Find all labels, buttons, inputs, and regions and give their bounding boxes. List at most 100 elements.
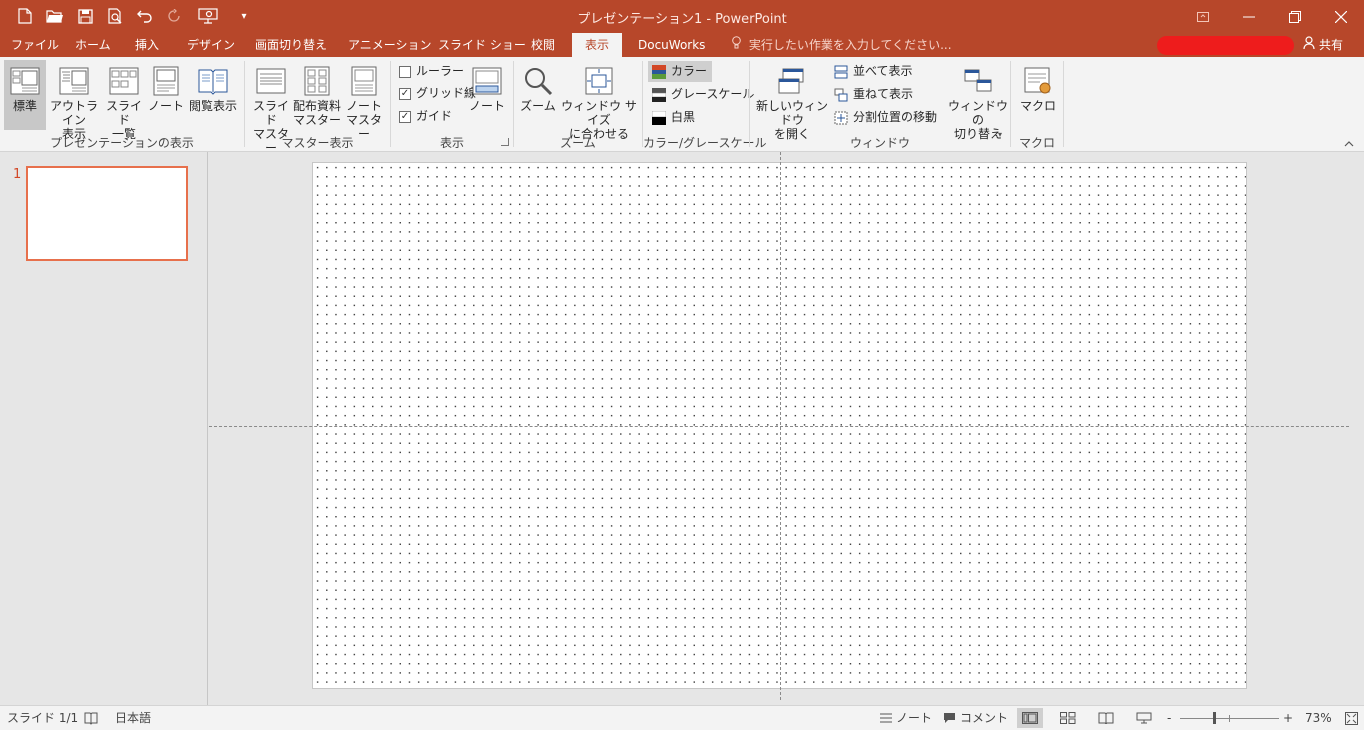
group-label-master-views: マスター表示 [281,136,354,150]
outline-view-button[interactable]: アウトライン 表示 [46,60,102,141]
tab-animations[interactable]: アニメーション [348,33,432,57]
notes-page-button[interactable]: ノート [146,60,186,130]
comments-toggle-button[interactable]: コメント [943,706,1008,730]
zoom-button[interactable]: ズーム [518,60,558,130]
show-dialog-launcher-icon[interactable] [501,138,509,146]
close-icon[interactable] [1318,0,1364,33]
new-window-icon [775,63,809,99]
zoom-slider-handle[interactable] [1213,712,1216,724]
tab-file[interactable]: ファイル [11,33,59,57]
handout-master-button[interactable]: 配布資料 マスター [293,60,341,130]
group-show: ルーラー ✓ グリッド線 ✓ ガイド ノート 表示 [391,57,513,152]
group-label-zoom: ズーム [560,136,596,150]
slide-master-button[interactable]: スライド マスター [249,60,293,155]
grayscale-button[interactable]: グレースケール [652,84,754,105]
ribbon-separator [1063,61,1064,147]
tab-slideshow[interactable]: スライド ショー [438,33,526,57]
tab-view[interactable]: 表示 [572,33,622,57]
notes-lines-icon [880,713,892,723]
minimize-icon[interactable] [1226,0,1272,33]
tab-transitions[interactable]: 画面切り替え [255,33,327,57]
guides-checkbox[interactable]: ✓ ガイド [399,106,452,127]
notes-page-icon [149,63,183,99]
ruler-checkbox-box[interactable] [399,65,411,78]
macros-button[interactable]: マクロ [1017,60,1059,130]
collapse-ribbon-icon[interactable] [1344,136,1354,150]
slide-thumbnail-pane: 1 [0,152,208,705]
gridlines-checkbox-box[interactable]: ✓ [399,87,411,100]
notes-toggle-label: ノート [896,711,933,725]
slide-thumbnail[interactable] [26,166,188,261]
cascade-button[interactable]: 重ねて表示 [834,84,913,105]
zoom-level[interactable]: 73% [1305,706,1332,730]
comments-toggle-label: コメント [960,711,1009,725]
restore-icon[interactable] [1272,0,1318,33]
notes-pane-button[interactable]: ノート [467,60,507,130]
slide-master-icon [254,63,288,99]
tell-me-text: 実行したい作業を入力してください... [748,38,952,52]
account-name-redacted[interactable] [1157,36,1294,55]
cascade-label: 重ねて表示 [853,87,914,101]
group-label-presentation-views: プレゼンテーションの表示 [50,136,194,150]
tab-review[interactable]: 校閲 [531,33,555,57]
lightbulb-icon [732,36,745,52]
arrange-all-button[interactable]: 並べて表示 [834,61,913,82]
reading-view-icon [196,63,230,99]
switch-windows-button[interactable]: ウィンドウの 切り替え ▾ [948,60,1008,141]
guides-checkbox-box[interactable]: ✓ [399,110,411,123]
spelling-check-icon[interactable] [84,706,98,730]
group-color-grayscale: カラー グレースケール 白黒 カラー/グレースケール [643,57,767,152]
zoom-out-button[interactable]: - [1167,706,1171,730]
comment-icon [944,713,955,723]
slide-indicator: スライド 1/1 [7,711,79,725]
reading-view-button[interactable]: 閲覧表示 [187,60,239,130]
tab-home[interactable]: ホーム [75,33,111,57]
fit-to-window-icon [582,63,616,99]
arrange-all-label: 並べて表示 [853,64,913,78]
zoom-in-button[interactable]: + [1283,706,1293,730]
group-label-window: ウィンドウ [849,136,910,150]
slide-sorter-button[interactable]: スライド 一覧 [103,60,145,141]
notes-toggle-button[interactable]: ノート [880,706,932,730]
group-label-color-grayscale: カラー/グレースケール [643,136,767,150]
color-label: カラー [671,64,708,78]
macros-icon [1021,63,1055,99]
tab-docuworks[interactable]: DocuWorks [638,33,705,57]
ribbon-display-options-icon[interactable] [1180,0,1226,33]
share-label: 共有 [1319,38,1344,52]
zoom-slider-center-mark [1229,715,1230,722]
group-presentation-views: 標準 アウトライン 表示 スライド 一覧 ノート 閲覧表示 プレゼンテーションの… [0,57,244,152]
language-indicator[interactable]: 日本語 [115,706,151,730]
gridlines-checkbox[interactable]: ✓ グリッド線 [399,83,476,104]
fit-to-window-button[interactable]: ウィンドウ サイズ に合わせる [559,60,639,141]
slide-editing-area [209,152,1364,705]
slide-number: 1 [13,167,22,182]
fit-slide-icon[interactable] [1345,706,1358,730]
title-bar: ▾ プレゼンテーション1 - PowerPoint [0,0,1364,33]
switch-windows-icon [961,63,995,99]
outline-view-icon [57,63,91,99]
tell-me-box[interactable]: 実行したい作業を入力してください... [732,33,952,57]
horizontal-guide[interactable] [209,426,1349,427]
color-button[interactable]: カラー [648,61,713,82]
window-title: プレゼンテーション1 - PowerPoint [577,12,787,27]
window-controls [1180,0,1364,33]
tab-design[interactable]: デザイン [187,33,235,57]
group-zoom: ズーム ウィンドウ サイズ に合わせる ズーム [514,57,642,152]
tab-insert[interactable]: 挿入 [135,33,159,57]
group-label-show: 表示 [439,136,464,150]
slideshow-status-icon[interactable] [1131,708,1157,728]
normal-view-status-icon[interactable] [1017,708,1043,728]
ribbon: 標準 アウトライン 表示 スライド 一覧 ノート 閲覧表示 プレゼンテーションの… [0,57,1364,155]
black-white-button[interactable]: 白黒 [652,107,695,128]
new-window-button[interactable]: 新しいウィンドウ を開く [752,60,832,141]
slide-sorter-status-icon[interactable] [1055,708,1081,728]
move-split-label: 分割位置の移動 [853,110,938,124]
vertical-guide[interactable] [780,152,781,700]
ruler-checkbox[interactable]: ルーラー [399,61,464,82]
normal-view-button[interactable]: 標準 [4,60,46,130]
share-button[interactable]: 共有 [1303,33,1343,57]
move-split-button[interactable]: 分割位置の移動 [834,107,937,128]
reading-view-status-icon[interactable] [1093,708,1119,728]
notes-master-button[interactable]: ノート マスター [342,60,386,141]
